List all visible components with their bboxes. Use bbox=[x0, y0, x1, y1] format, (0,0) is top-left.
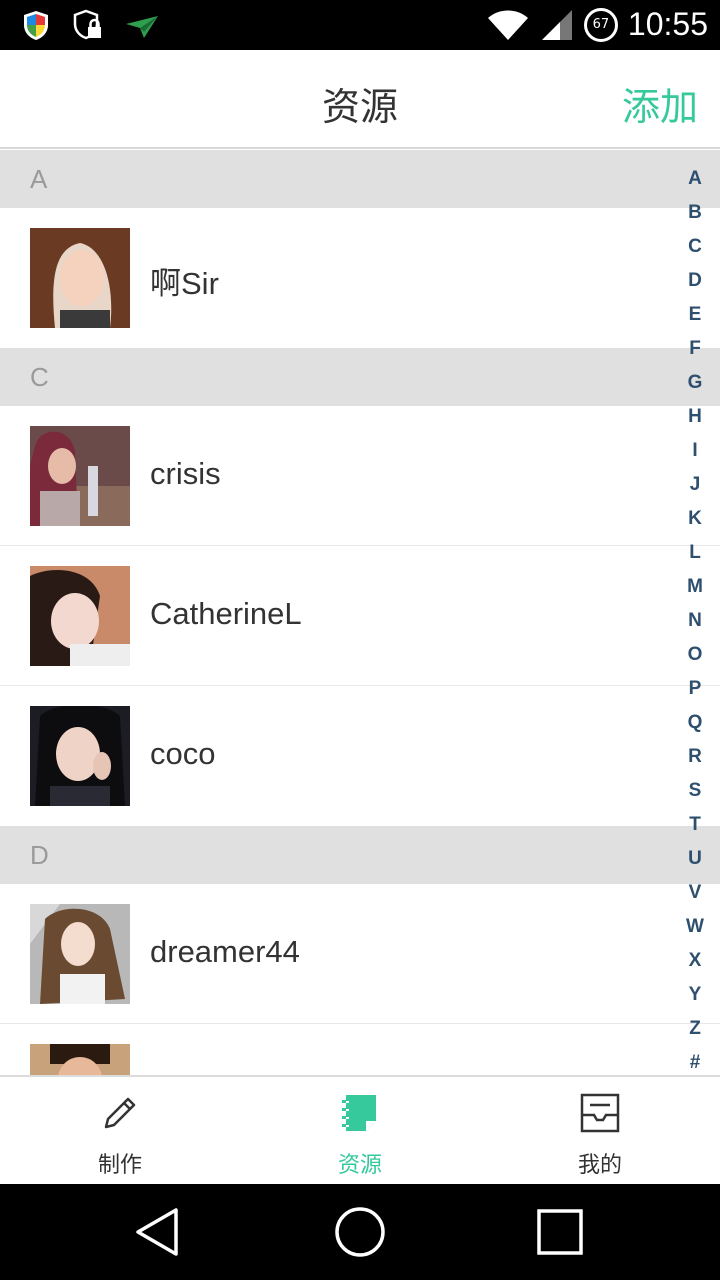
index-letter[interactable]: H bbox=[680, 400, 710, 434]
index-letter[interactable]: W bbox=[680, 910, 710, 944]
bottom-tab-bar: 制作 资源 我的 bbox=[0, 1075, 720, 1184]
lock-shield-icon bbox=[73, 9, 101, 40]
contact-name: CatherineL bbox=[150, 596, 302, 631]
app-header: 资源 添加 bbox=[0, 50, 720, 149]
status-bar: 67 10:55 bbox=[0, 0, 720, 50]
paper-plane-icon bbox=[126, 16, 158, 38]
contact-name: coco bbox=[150, 736, 216, 771]
list-item[interactable]: dreamer44 bbox=[0, 884, 720, 1024]
index-letter[interactable]: B bbox=[680, 196, 710, 230]
tab-label: 制作 bbox=[97, 1153, 142, 1178]
avatar bbox=[30, 1044, 130, 1075]
add-button[interactable]: 添加 bbox=[622, 76, 698, 131]
contact-name: crisis bbox=[150, 456, 221, 491]
tab-make[interactable]: 制作 bbox=[0, 1077, 240, 1184]
avatar bbox=[30, 566, 130, 666]
pencil-icon bbox=[104, 1097, 136, 1129]
battery-icon: 67 bbox=[583, 7, 618, 42]
index-letter[interactable]: Q bbox=[680, 706, 710, 740]
shield-icon bbox=[24, 11, 48, 40]
list-item[interactable] bbox=[0, 1024, 720, 1075]
index-letter[interactable]: S bbox=[680, 774, 710, 808]
avatar bbox=[30, 706, 130, 806]
recents-icon[interactable] bbox=[534, 1206, 586, 1258]
index-letter[interactable]: J bbox=[680, 468, 710, 502]
index-letter[interactable]: Z bbox=[680, 1012, 710, 1046]
index-letter[interactable]: A bbox=[680, 162, 710, 196]
section-header: A bbox=[0, 150, 720, 208]
index-letter[interactable]: E bbox=[680, 298, 710, 332]
index-letter[interactable]: R bbox=[680, 740, 710, 774]
tab-label: 我的 bbox=[577, 1153, 622, 1178]
index-letter[interactable]: I bbox=[680, 434, 710, 468]
index-letter[interactable]: K bbox=[680, 502, 710, 536]
index-letter[interactable]: O bbox=[680, 638, 710, 672]
index-letter[interactable]: F bbox=[680, 332, 710, 366]
list-item[interactable]: crisis bbox=[0, 406, 720, 546]
index-letter[interactable]: M bbox=[680, 570, 710, 604]
index-letter[interactable]: G bbox=[680, 366, 710, 400]
home-icon[interactable] bbox=[334, 1206, 386, 1258]
page-title: 资源 bbox=[321, 85, 398, 129]
list-item[interactable]: coco bbox=[0, 686, 720, 826]
index-letter[interactable]: X bbox=[680, 944, 710, 978]
index-letter[interactable]: P bbox=[680, 672, 710, 706]
signal-icon bbox=[541, 9, 572, 40]
tab-label: 资源 bbox=[337, 1153, 382, 1178]
index-letter[interactable]: L bbox=[680, 536, 710, 570]
back-icon[interactable] bbox=[132, 1206, 184, 1258]
section-header: D bbox=[0, 826, 720, 884]
system-nav-bar bbox=[0, 1184, 720, 1280]
index-letter[interactable]: D bbox=[680, 264, 710, 298]
list-item[interactable]: CatherineL bbox=[0, 546, 720, 686]
alphabet-index[interactable]: A B C D E F G H I J K L M N O P Q R S T … bbox=[680, 162, 710, 1080]
notebook-icon bbox=[342, 1095, 376, 1131]
tab-mine[interactable]: 我的 bbox=[480, 1077, 720, 1184]
list-item[interactable]: 啊Sir bbox=[0, 208, 720, 348]
index-letter[interactable]: V bbox=[680, 876, 710, 910]
index-letter[interactable]: C bbox=[680, 230, 710, 264]
inbox-icon bbox=[580, 1093, 620, 1133]
tab-resources[interactable]: 资源 bbox=[240, 1077, 480, 1184]
avatar bbox=[30, 228, 130, 328]
clock: 10:55 bbox=[627, 6, 708, 42]
contact-name: 啊Sir bbox=[150, 266, 219, 301]
avatar bbox=[30, 426, 130, 526]
contact-name: dreamer44 bbox=[150, 934, 300, 969]
index-letter[interactable]: N bbox=[680, 604, 710, 638]
avatar bbox=[30, 904, 130, 1004]
index-letter[interactable]: U bbox=[680, 842, 710, 876]
index-letter[interactable]: T bbox=[680, 808, 710, 842]
wifi-icon bbox=[487, 10, 528, 40]
contact-list[interactable]: A 啊Sir C crisis CatherineL coco D dreame… bbox=[0, 150, 720, 1075]
index-letter[interactable]: Y bbox=[680, 978, 710, 1012]
section-header: C bbox=[0, 348, 720, 406]
